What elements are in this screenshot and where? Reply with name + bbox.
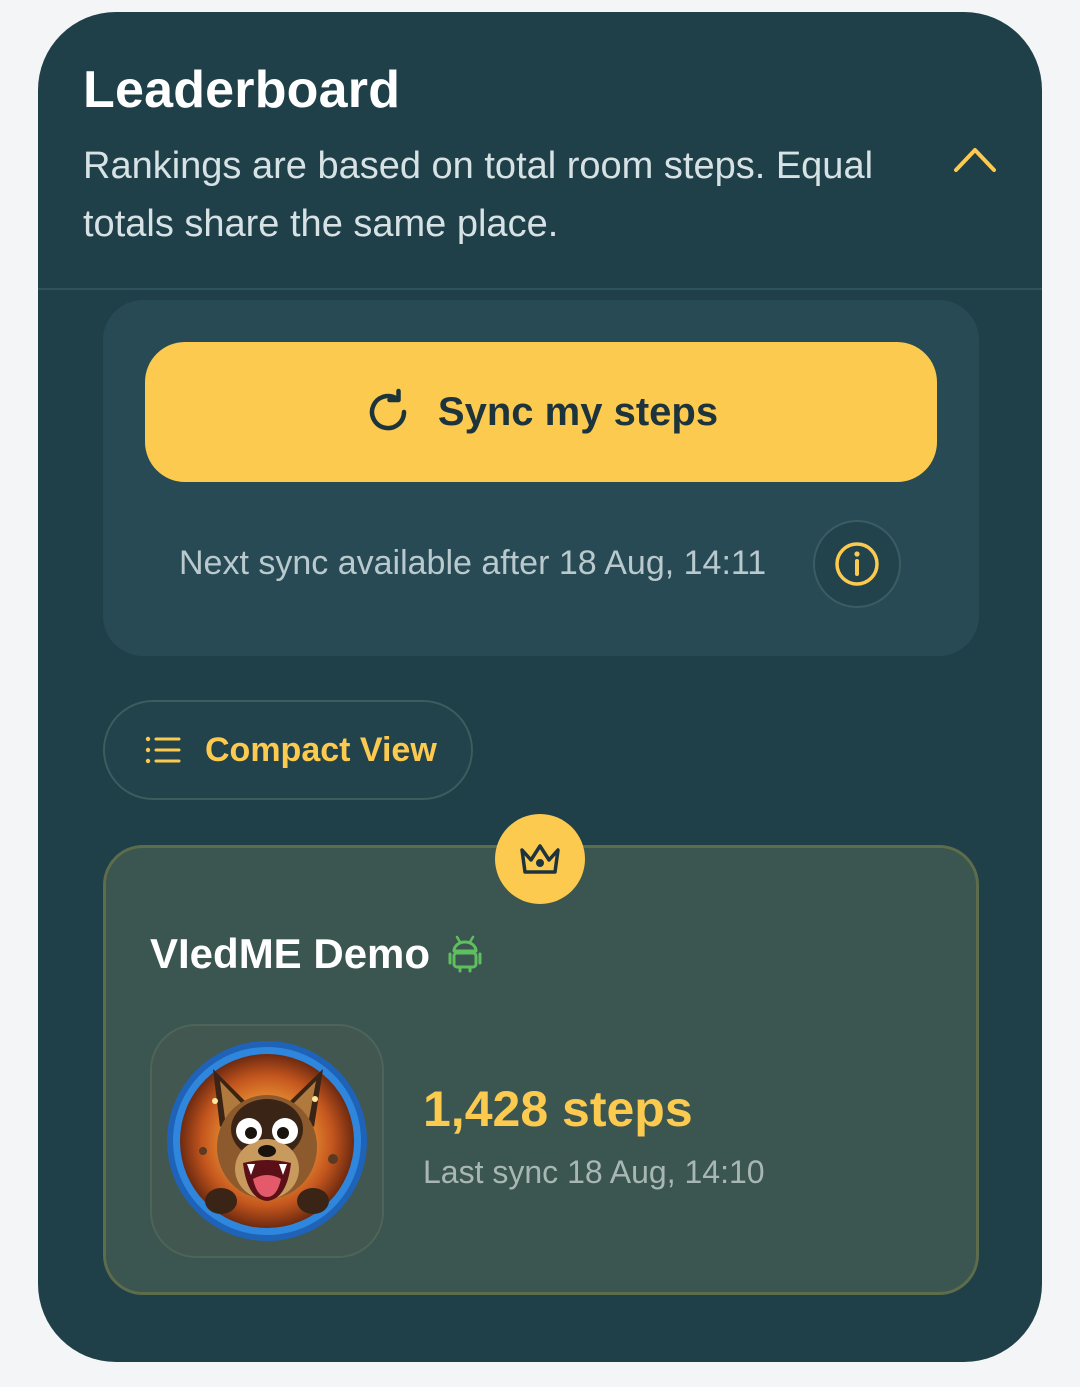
leaderboard-title: Leaderboard: [83, 61, 401, 119]
player-name: VIedME Demo: [150, 930, 431, 977]
compact-view-label: Compact View: [205, 730, 437, 769]
android-icon: [448, 935, 482, 973]
list-icon: [145, 736, 181, 764]
player-last-sync: Last sync 18 Aug, 14:10: [423, 1154, 765, 1190]
chevron-up-icon: [954, 148, 996, 172]
refresh-icon: [369, 388, 407, 431]
player-name-row: VIedME Demo: [150, 930, 482, 978]
avatar: [167, 1041, 367, 1241]
player-steps: 1,428 steps: [423, 1081, 693, 1137]
header-divider: [38, 288, 1042, 290]
next-sync-text: Next sync available after 18 Aug, 14:11: [179, 544, 767, 582]
info-button[interactable]: [813, 520, 901, 608]
crown-badge: [495, 814, 585, 904]
sync-steps-button[interactable]: Sync my steps: [145, 342, 937, 482]
leaderboard-subtitle: Rankings are based on total room steps. …: [83, 145, 874, 245]
sync-panel: Sync my steps Next sync available after …: [103, 300, 979, 656]
avatar-frame: [150, 1024, 384, 1258]
compact-view-button[interactable]: Compact View: [103, 700, 473, 800]
leaderboard-header[interactable]: Leaderboard Rankings are based on total …: [38, 12, 1042, 290]
crown-icon: [520, 844, 560, 874]
info-icon: [835, 542, 879, 586]
sync-button-label: Sync my steps: [437, 389, 719, 434]
top-player-card[interactable]: VIedME Demo 1,428 steps Last sync 18 Aug…: [103, 845, 979, 1295]
collapse-button[interactable]: [943, 127, 1007, 191]
leaderboard-card: Leaderboard Rankings are based on total …: [38, 12, 1042, 1362]
